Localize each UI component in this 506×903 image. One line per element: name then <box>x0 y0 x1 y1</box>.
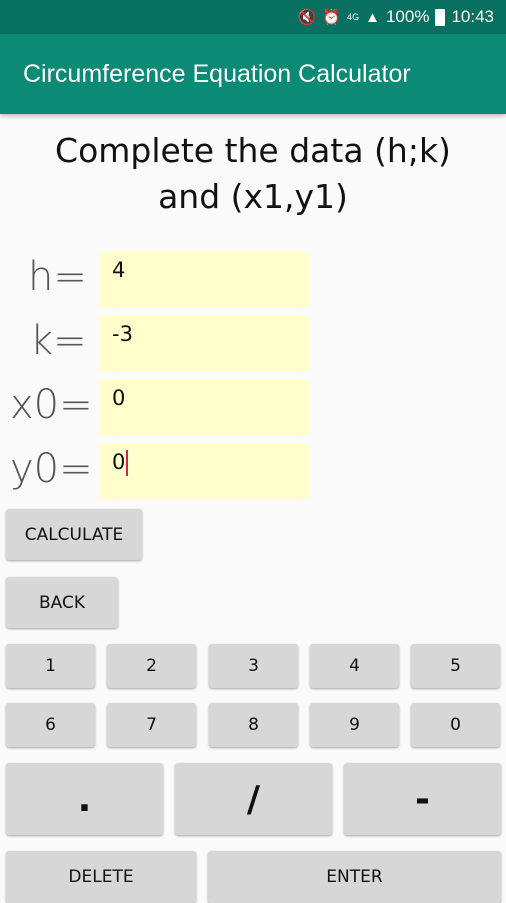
y0-label: y0= <box>10 446 93 492</box>
k-value: -3 <box>112 322 133 346</box>
status-bar: 🔇 ⏰ 4G ▲ 100% 10:43 <box>0 0 506 34</box>
digit-5-button[interactable]: 5 <box>411 644 500 688</box>
back-button[interactable]: BACK <box>6 577 118 628</box>
app-title: Circumference Equation Calculator <box>23 59 411 88</box>
delete-button[interactable]: DELETE <box>6 851 196 903</box>
y0-input[interactable]: 0 <box>99 444 309 499</box>
digit-1-button[interactable]: 1 <box>6 644 95 688</box>
digit-8-button[interactable]: 8 <box>209 703 298 747</box>
network-type: 4G <box>347 11 360 22</box>
signal-icon: ▲ <box>365 8 380 26</box>
enter-button[interactable]: ENTER <box>208 851 501 903</box>
digit-7-button[interactable]: 7 <box>107 703 196 747</box>
h-value: 4 <box>112 258 126 282</box>
digit-3-button[interactable]: 3 <box>209 644 298 688</box>
x0-label: x0= <box>10 382 93 428</box>
text-cursor <box>126 450 129 476</box>
y0-value: 0 <box>112 450 126 474</box>
instruction-line-1: Complete the data (h;k) <box>55 131 451 170</box>
calculate-button[interactable]: CALCULATE <box>6 509 142 560</box>
app-bar: Circumference Equation Calculator <box>0 34 506 114</box>
instruction-heading: Complete the data (h;k) and (x1,y1) <box>0 128 506 220</box>
slash-button[interactable]: / <box>175 763 332 835</box>
dot-button[interactable]: . <box>6 763 163 835</box>
digit-9-button[interactable]: 9 <box>310 703 399 747</box>
h-input[interactable]: 4 <box>99 252 309 307</box>
digit-2-button[interactable]: 2 <box>107 644 196 688</box>
mute-icon: 🔇 <box>297 9 317 26</box>
k-label: k= <box>30 318 87 364</box>
instruction-line-2: and (x1,y1) <box>158 177 348 216</box>
minus-button[interactable]: - <box>344 763 501 835</box>
x0-value: 0 <box>112 386 126 410</box>
clock: 10:43 <box>451 7 494 26</box>
alarm-icon: ⏰ <box>322 9 342 26</box>
digit-0-button[interactable]: 0 <box>411 703 500 747</box>
battery-icon <box>435 8 446 26</box>
battery-percentage: 100% <box>385 7 430 26</box>
digit-4-button[interactable]: 4 <box>310 644 399 688</box>
k-input[interactable]: -3 <box>99 316 309 371</box>
h-label: h= <box>28 254 87 300</box>
digit-6-button[interactable]: 6 <box>6 703 95 747</box>
x0-input[interactable]: 0 <box>99 380 309 435</box>
